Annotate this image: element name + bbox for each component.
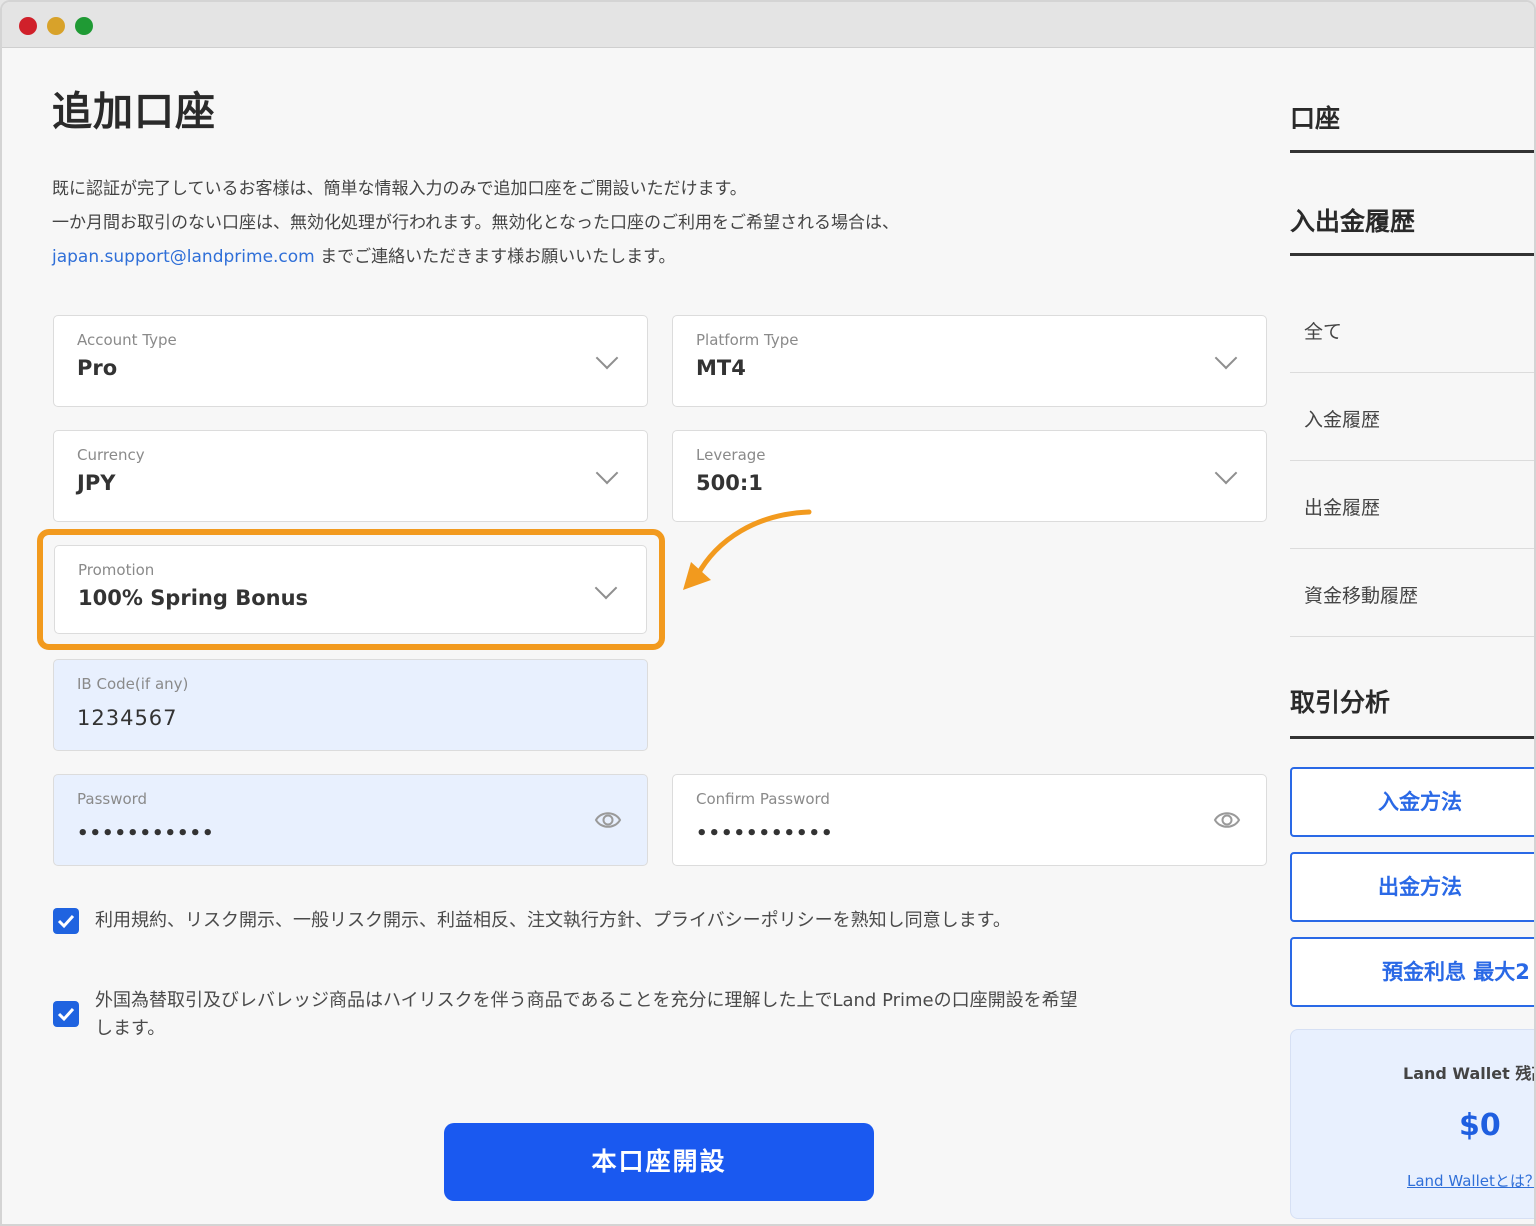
password-input[interactable]: Password •••••••••••	[53, 774, 648, 866]
password-value: •••••••••••	[77, 823, 215, 844]
promotion-label: Promotion	[78, 561, 155, 579]
agree-terms-label: 利用規約、リスク開示、一般リスク開示、利益相反、注文執行方針、プライバシーポリシ…	[95, 910, 1011, 931]
account-type-label: Account Type	[77, 331, 177, 349]
browser-window: 追加口座 既に認証が完了しているお客様は、簡単な情報入力のみで追加口座をご開設い…	[0, 0, 1536, 1226]
ib-code-label: IB Code(if any)	[77, 675, 189, 693]
wallet-balance-label: Land Wallet 残高	[1403, 1064, 1536, 1083]
withdrawal-method-button[interactable]: 出金方法	[1290, 852, 1534, 922]
annotation-arrow-icon	[683, 509, 812, 590]
checkmark-icon	[57, 1007, 75, 1022]
agree-risk-label: 外国為替取引及びレバレッジ商品はハイリスクを伴う商品であることを充分に理解した上…	[95, 987, 1265, 1043]
promotion-select[interactable]: Promotion 100% Spring Bonus	[54, 545, 647, 634]
deposit-method-button[interactable]: 入金方法	[1290, 767, 1534, 837]
platform-type-value: MT4	[696, 356, 746, 380]
sidebar-item-withdrawal-history[interactable]: 出金履歴	[1290, 461, 1534, 549]
platform-type-select[interactable]: Platform Type MT4	[672, 315, 1267, 407]
confirm-password-value: •••••••••••	[696, 823, 834, 844]
ib-code-value: 1234567	[77, 706, 178, 730]
ib-code-input[interactable]: IB Code(if any) 1234567	[53, 659, 648, 751]
sidebar-analysis-heading: 取引分析	[1290, 688, 1391, 717]
agree-risk-line-2: します。	[95, 1018, 166, 1039]
intro-text: 既に認証が完了しているお客様は、簡単な情報入力のみで追加口座をご開設いただけます…	[52, 172, 1232, 274]
account-type-value: Pro	[77, 356, 118, 380]
confirm-password-input[interactable]: Confirm Password •••••••••••	[672, 774, 1267, 866]
sidebar-item-transfer-history[interactable]: 資金移動履歴	[1290, 549, 1534, 637]
title-bar	[2, 2, 1534, 48]
agree-terms-checkbox[interactable]	[53, 908, 79, 934]
chevron-down-icon	[1214, 461, 1238, 485]
account-type-select[interactable]: Account Type Pro	[53, 315, 648, 407]
currency-value: JPY	[77, 471, 116, 495]
agree-risk-checkbox[interactable]	[53, 1001, 79, 1027]
chevron-down-icon	[594, 576, 618, 600]
agree-risk-line-1: 外国為替取引及びレバレッジ商品はハイリスクを伴う商品であることを充分に理解した上…	[95, 990, 1078, 1011]
leverage-value: 500:1	[696, 471, 763, 495]
sidebar-item-deposit-history[interactable]: 入金履歴	[1290, 373, 1534, 461]
sidebar-item-label: 資金移動履歴	[1304, 585, 1419, 607]
intro-line-1: 既に認証が完了しているお客様は、簡単な情報入力のみで追加口座をご開設いただけます…	[52, 179, 747, 199]
wallet-balance-value: $0	[1459, 1108, 1501, 1143]
support-email-link[interactable]: japan.support@landprime.com	[52, 247, 315, 267]
promotion-value: 100% Spring Bonus	[78, 586, 309, 610]
deposit-interest-button[interactable]: 預金利息 最大2	[1290, 937, 1534, 1007]
intro-line-3: japan.support@landprime.com までご連絡いただきます様…	[52, 240, 1232, 274]
password-label: Password	[77, 790, 148, 808]
page-title: 追加口座	[52, 89, 216, 135]
close-window-button[interactable]	[19, 17, 37, 35]
currency-label: Currency	[77, 446, 145, 464]
open-account-button[interactable]: 本口座開設	[444, 1123, 874, 1201]
sidebar-history-heading: 入出金履歴	[1290, 207, 1416, 236]
intro-line-2: 一か月間お取引のない口座は、無効化処理が行われます。無効化となった口座のご利用を…	[52, 213, 899, 233]
sidebar-item-label: 全て	[1304, 321, 1343, 343]
wallet-info-link[interactable]: Land Walletとは？	[1407, 1170, 1534, 1191]
land-wallet-card: Land Wallet 残高 $0 Land Walletとは？	[1290, 1029, 1536, 1219]
page-content: 追加口座 既に認証が完了しているお客様は、簡単な情報入力のみで追加口座をご開設い…	[2, 49, 1536, 1224]
sidebar-divider	[1290, 150, 1534, 153]
sidebar-item-all[interactable]: 全て	[1290, 285, 1534, 373]
chevron-down-icon	[1214, 346, 1238, 370]
sidebar-divider	[1290, 736, 1534, 739]
sidebar-item-label: 出金履歴	[1304, 497, 1381, 519]
leverage-label: Leverage	[696, 446, 766, 464]
sidebar-account-heading: 口座	[1290, 104, 1341, 133]
show-password-eye-icon[interactable]	[594, 807, 622, 833]
platform-type-label: Platform Type	[696, 331, 799, 349]
show-password-eye-icon[interactable]	[1213, 807, 1241, 833]
chevron-down-icon	[595, 461, 619, 485]
chevron-down-icon	[595, 346, 619, 370]
currency-select[interactable]: Currency JPY	[53, 430, 648, 522]
sidebar-divider	[1290, 253, 1534, 256]
maximize-window-button[interactable]	[75, 17, 93, 35]
confirm-password-label: Confirm Password	[696, 790, 830, 808]
checkmark-icon	[57, 914, 75, 929]
sidebar-item-label: 入金履歴	[1304, 409, 1381, 431]
minimize-window-button[interactable]	[47, 17, 65, 35]
intro-line-3-rest: までご連絡いただきます様お願いいたします。	[314, 247, 676, 267]
